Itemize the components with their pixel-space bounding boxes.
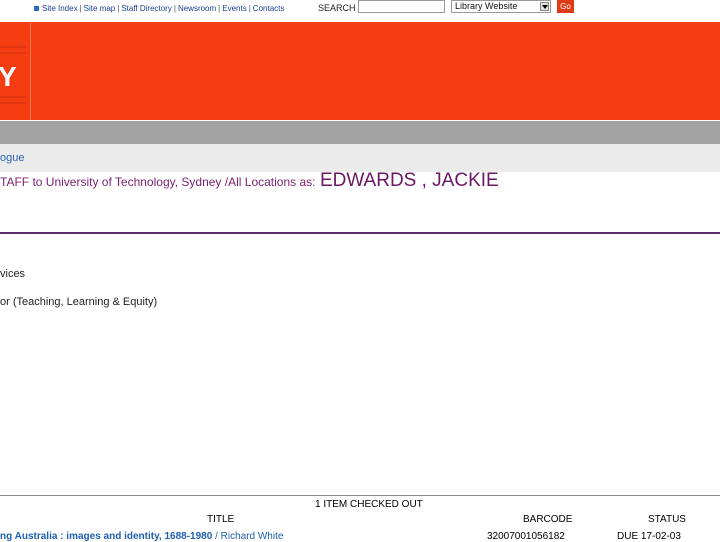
breadcrumb-bar xyxy=(0,144,720,172)
bullet-icon xyxy=(34,6,39,11)
logo[interactable]: Y xyxy=(0,63,17,91)
newsroom-link[interactable]: Newsroom xyxy=(178,4,216,13)
search-scope-value: Library Website xyxy=(455,1,518,11)
search-label: SEARCH xyxy=(318,3,356,13)
column-header-status: STATUS xyxy=(648,514,686,525)
logged-in-line: TAFF to University of Technology, Sydney… xyxy=(0,170,499,192)
search-input[interactable] xyxy=(358,0,445,13)
header-banner: Y xyxy=(0,22,720,120)
logged-in-prefix: TAFF to University of Technology, Sydney… xyxy=(0,175,316,189)
checked-out-heading: 1 ITEM CHECKED OUT xyxy=(315,499,423,510)
item-status: DUE 17-02-03 xyxy=(617,531,681,542)
table-divider xyxy=(0,495,720,496)
section-divider xyxy=(0,232,720,234)
item-author: / Richard White xyxy=(212,531,284,542)
user-name: EDWARDS , JACKIE xyxy=(319,170,499,191)
item-title: ng Australia : images and identity, 1688… xyxy=(0,531,213,542)
top-bar: Site Index | Site map | Staff Directory | News… xyxy=(0,0,720,18)
breadcrumb-link[interactable]: ogue xyxy=(0,152,24,164)
user-position: or (Teaching, Learning & Equity) xyxy=(0,296,158,308)
go-button[interactable]: Go xyxy=(557,0,574,13)
banner-divider xyxy=(30,22,31,120)
logo-stripe xyxy=(0,102,26,104)
table-row-title-link[interactable]: ng Australia : images and identity, 1688… xyxy=(0,531,283,542)
user-department: vices xyxy=(0,268,26,280)
staff-directory-link[interactable]: Staff Directory xyxy=(121,4,172,13)
nav-bar xyxy=(0,121,720,144)
site-index-link[interactable]: Site Index xyxy=(42,4,78,13)
search-scope-select[interactable]: Library Website xyxy=(451,0,551,13)
item-barcode: 32007001056182 xyxy=(487,531,565,542)
logo-stripe xyxy=(0,46,26,48)
logo-stripe xyxy=(0,52,26,54)
events-link[interactable]: Events xyxy=(222,4,246,13)
logo-stripe xyxy=(0,96,26,98)
contacts-link[interactable]: Contacts xyxy=(253,4,285,13)
column-header-barcode: BARCODE xyxy=(523,514,573,525)
column-header-title: TITLE xyxy=(207,514,235,525)
chevron-down-icon[interactable] xyxy=(540,2,549,11)
utility-links: Site Index | Site map | Staff Directory | News… xyxy=(34,4,284,13)
site-map-link[interactable]: Site map xyxy=(84,4,116,13)
